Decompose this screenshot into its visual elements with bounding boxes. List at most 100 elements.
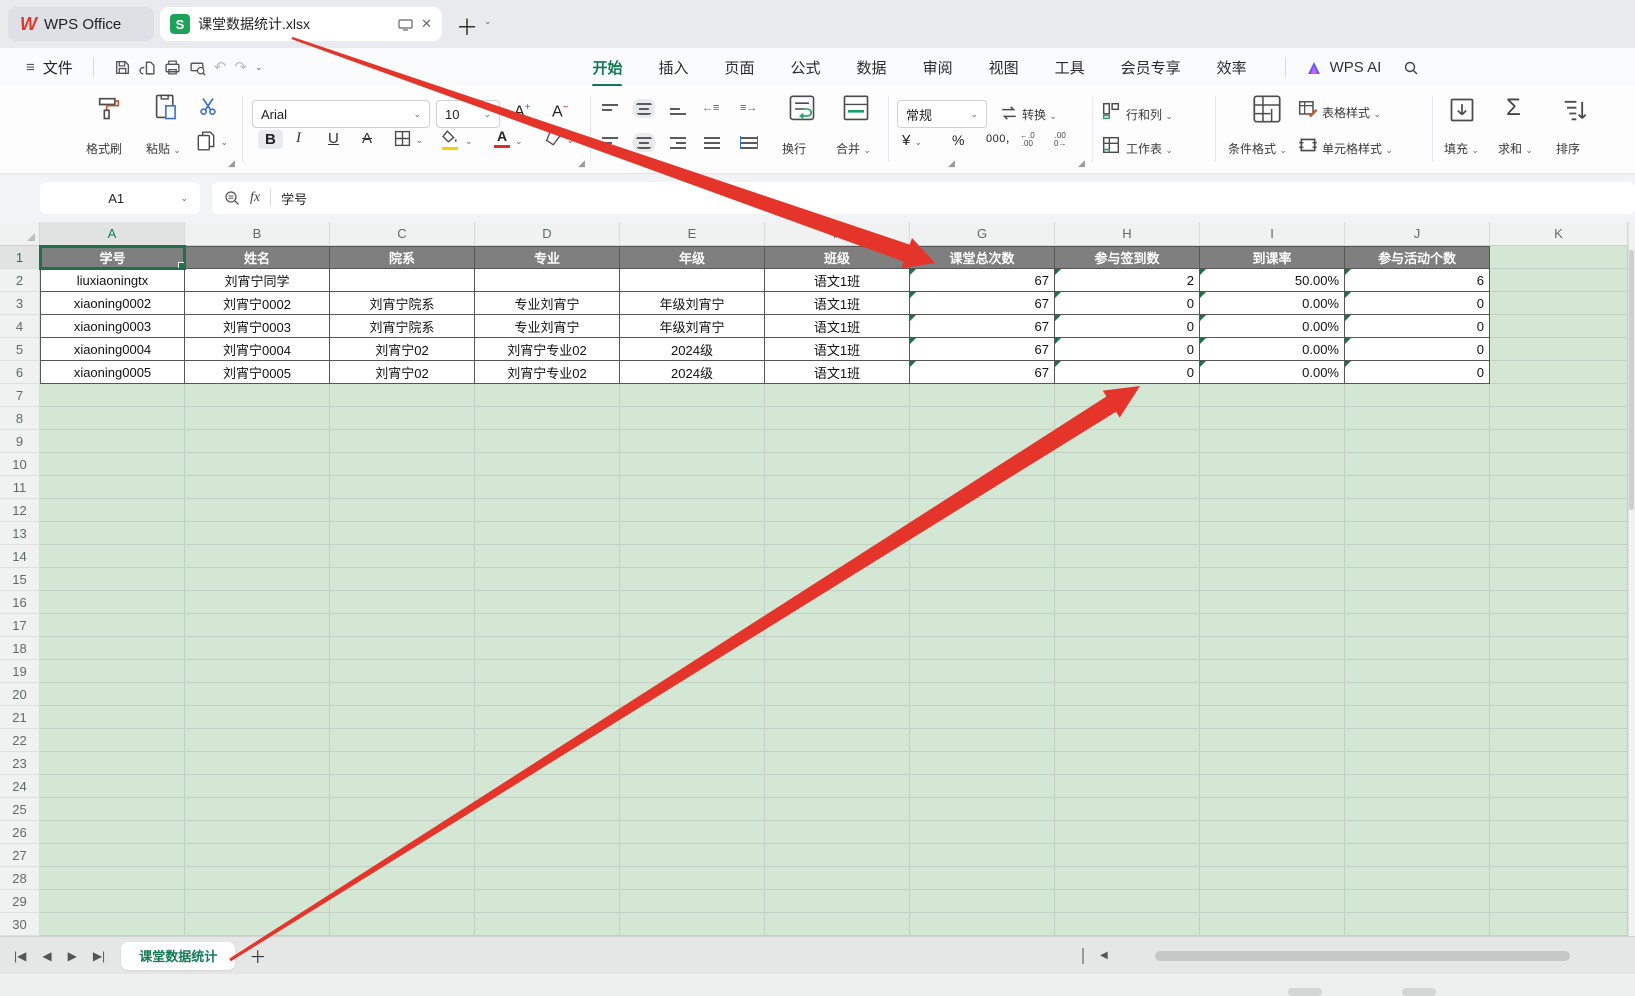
row-header-30[interactable]: 30 [0,913,40,936]
cell-D23[interactable] [475,752,620,775]
cell-J27[interactable] [1345,844,1490,867]
col-header-C[interactable]: C [330,222,475,246]
underline-button[interactable]: U [328,130,339,147]
cell-B2[interactable]: 刘宵宁同学 [185,269,330,292]
cell-J25[interactable] [1345,798,1490,821]
redo-icon[interactable]: ↷ [234,58,247,76]
cell-B8[interactable] [185,407,330,430]
conditional-format-button[interactable]: 条件格式 ⌄ [1228,140,1287,157]
new-tab-icon[interactable]: ＋ [456,10,478,42]
cell-G15[interactable] [910,568,1055,591]
cell-H23[interactable] [1055,752,1200,775]
screen-share-icon[interactable] [398,17,413,32]
cell-J8[interactable] [1345,407,1490,430]
cell-G27[interactable] [910,844,1055,867]
tab-list-chevron-icon[interactable]: ⌄ [484,16,492,27]
cell-H9[interactable] [1055,430,1200,453]
formula-input[interactable]: fx 学号 [212,182,1635,214]
cell-F12[interactable] [765,499,910,522]
cell-D19[interactable] [475,660,620,683]
cell-K27[interactable] [1490,844,1628,867]
cell-E17[interactable] [620,614,765,637]
font-name-select[interactable]: Arial⌄ [252,100,430,128]
cell-D16[interactable] [475,591,620,614]
align-distributed-icon[interactable] [740,136,758,149]
cell-C8[interactable] [330,407,475,430]
cell-D30[interactable] [475,913,620,936]
row-header-21[interactable]: 21 [0,706,40,729]
paste-icon[interactable] [153,92,181,122]
cell-B14[interactable] [185,545,330,568]
cell-F7[interactable] [765,384,910,407]
merge-button[interactable]: 合并 ⌄ [836,140,871,157]
cell-E13[interactable] [620,522,765,545]
cell-I19[interactable] [1200,660,1345,683]
save-icon[interactable] [114,58,131,76]
cell-J14[interactable] [1345,545,1490,568]
row-header-27[interactable]: 27 [0,844,40,867]
cell-B28[interactable] [185,867,330,890]
cell-C22[interactable] [330,729,475,752]
cell-K16[interactable] [1490,591,1628,614]
zoom-find-icon[interactable] [224,190,240,207]
cell-A20[interactable] [40,683,185,706]
cell-A24[interactable] [40,775,185,798]
tab-data[interactable]: 数据 [857,57,887,78]
cell-F24[interactable] [765,775,910,798]
cell-E23[interactable] [620,752,765,775]
cell-I27[interactable] [1200,844,1345,867]
conditional-format-icon[interactable] [1252,94,1282,124]
cell-I24[interactable] [1200,775,1345,798]
cell-C12[interactable] [330,499,475,522]
last-sheet-icon[interactable]: ▶| [93,949,105,963]
cell-A10[interactable] [40,453,185,476]
cell-D17[interactable] [475,614,620,637]
cell-D1[interactable]: 专业 [475,246,620,269]
cell-E12[interactable] [620,499,765,522]
cell-H13[interactable] [1055,522,1200,545]
cell-G12[interactable] [910,499,1055,522]
cell-E29[interactable] [620,890,765,913]
cell-J5[interactable]: 0 [1345,338,1490,361]
cell-I25[interactable] [1200,798,1345,821]
cell-A21[interactable] [40,706,185,729]
cell-J3[interactable]: 0 [1345,292,1490,315]
strikethrough-button[interactable]: A [362,130,372,147]
cell-J2[interactable]: 6 [1345,269,1490,292]
row-header-13[interactable]: 13 [0,522,40,545]
fill-button[interactable]: 填充 ⌄ [1444,140,1479,157]
cell-A8[interactable] [40,407,185,430]
cell-C16[interactable] [330,591,475,614]
cell-C10[interactable] [330,453,475,476]
chevron-down-icon[interactable]: ⌄ [465,136,473,147]
cell-J21[interactable] [1345,706,1490,729]
cell-H26[interactable] [1055,821,1200,844]
cell-G16[interactable] [910,591,1055,614]
cell-D10[interactable] [475,453,620,476]
cell-B17[interactable] [185,614,330,637]
cell-E27[interactable] [620,844,765,867]
row-header-24[interactable]: 24 [0,775,40,798]
cell-K10[interactable] [1490,453,1628,476]
cell-G19[interactable] [910,660,1055,683]
cell-D28[interactable] [475,867,620,890]
cell-G30[interactable] [910,913,1055,936]
cell-K29[interactable] [1490,890,1628,913]
cell-H1[interactable]: 参与签到数 [1055,246,1200,269]
cell-C27[interactable] [330,844,475,867]
cell-I22[interactable] [1200,729,1345,752]
cell-I11[interactable] [1200,476,1345,499]
row-header-23[interactable]: 23 [0,752,40,775]
cell-F1[interactable]: 班级 [765,246,910,269]
cell-B22[interactable] [185,729,330,752]
cell-C9[interactable] [330,430,475,453]
wrap-text-icon[interactable] [788,94,816,124]
cell-J28[interactable] [1345,867,1490,890]
cell-F14[interactable] [765,545,910,568]
status-control[interactable] [1288,988,1322,996]
cell-B19[interactable] [185,660,330,683]
copy-icon[interactable]: ⌄ [196,130,228,152]
cell-E22[interactable] [620,729,765,752]
cell-H17[interactable] [1055,614,1200,637]
col-header-E[interactable]: E [620,222,765,246]
